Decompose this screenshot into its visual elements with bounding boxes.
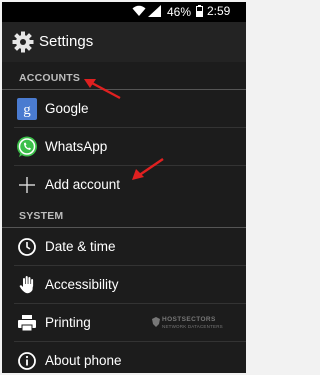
settings-item-accessibility[interactable]: Accessibility	[2, 266, 246, 303]
gear-icon[interactable]	[12, 31, 34, 58]
shield-icon	[152, 317, 160, 327]
section-header-accounts: ACCOUNTS	[2, 65, 246, 90]
page-title: Settings	[39, 33, 94, 50]
hand-icon	[16, 274, 38, 296]
section-header-accounts-label: ACCOUNTS	[19, 72, 81, 84]
annotation-arrow	[84, 79, 121, 100]
settings-item-about-phone-label: About phone	[45, 353, 122, 368]
whatsapp-icon	[16, 136, 38, 158]
google-icon: g	[16, 98, 38, 120]
plus-icon	[16, 174, 38, 196]
battery-percent: 46%	[167, 5, 192, 19]
settings-item-accessibility-label: Accessibility	[45, 277, 119, 292]
add-account-button[interactable]: Add account	[2, 166, 246, 203]
settings-item-google[interactable]: g Google	[2, 90, 246, 127]
add-account-label: Add account	[45, 177, 121, 192]
watermark-logo: HOSTSECTORS NETWORK DATACENTERS	[152, 316, 232, 336]
svg-text:g: g	[23, 102, 31, 118]
signal-icon	[148, 5, 162, 20]
annotation-arrow	[132, 158, 164, 180]
settings-item-date-time-label: Date & time	[45, 239, 116, 254]
watermark-line2: NETWORK DATACENTERS	[162, 324, 223, 329]
action-bar: Settings	[2, 22, 246, 62]
watermark-line1: HOSTSECTORS	[162, 316, 216, 323]
clock-hours: 2:59	[207, 4, 231, 18]
info-icon	[16, 350, 38, 372]
phone-screen: 46% 2:59 PM	[2, 2, 246, 373]
settings-item-whatsapp[interactable]: WhatsApp	[2, 128, 246, 165]
section-header-system-label: SYSTEM	[19, 210, 64, 222]
settings-item-date-time[interactable]: Date & time	[2, 228, 246, 265]
section-header-system: SYSTEM	[2, 203, 246, 228]
printer-icon	[16, 312, 38, 334]
battery-icon	[196, 5, 203, 20]
clock-icon	[16, 236, 38, 258]
settings-item-google-label: Google	[45, 101, 89, 116]
settings-item-whatsapp-label: WhatsApp	[45, 139, 108, 154]
settings-item-printing-label: Printing	[45, 315, 91, 330]
status-bar: 46% 2:59 PM	[2, 2, 246, 32]
wifi-icon	[132, 5, 146, 20]
settings-item-about-phone[interactable]: About phone	[2, 342, 246, 373]
